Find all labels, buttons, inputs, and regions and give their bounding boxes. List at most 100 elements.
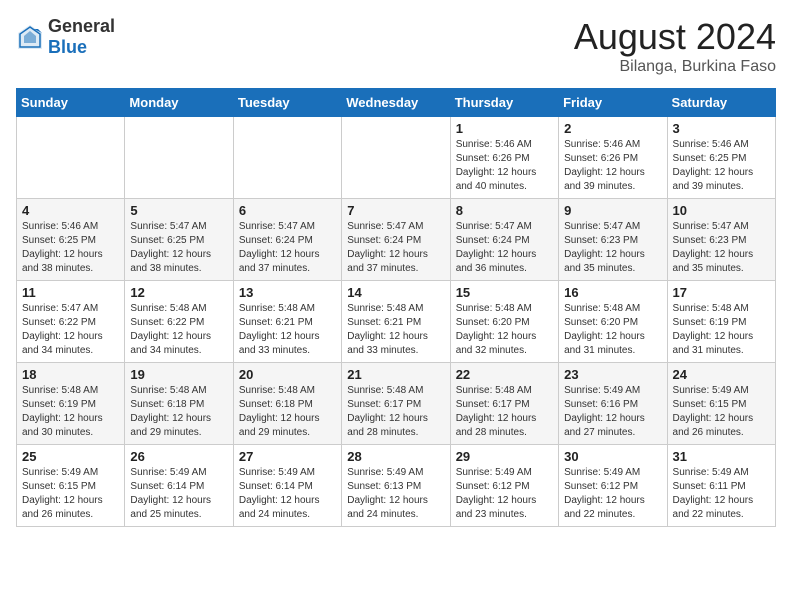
day-number: 16 bbox=[564, 285, 661, 300]
day-info: Sunrise: 5:49 AM Sunset: 6:11 PM Dayligh… bbox=[673, 466, 770, 522]
day-number: 22 bbox=[456, 367, 553, 382]
calendar-cell: 1 Sunrise: 5:46 AM Sunset: 6:26 PM Daylig… bbox=[450, 117, 558, 199]
calendar-cell: 11 Sunrise: 5:47 AM Sunset: 6:22 PM Dayli… bbox=[17, 281, 125, 363]
weekday-header-saturday: Saturday bbox=[667, 89, 775, 117]
day-number: 1 bbox=[456, 121, 553, 136]
calendar-cell: 28 Sunrise: 5:49 AM Sunset: 6:13 PM Dayli… bbox=[342, 445, 450, 527]
day-number: 6 bbox=[239, 203, 336, 218]
day-number: 24 bbox=[673, 367, 770, 382]
logo: General Blue bbox=[16, 16, 115, 58]
calendar-cell: 31 Sunrise: 5:49 AM Sunset: 6:11 PM Dayli… bbox=[667, 445, 775, 527]
calendar-title: August 2024 bbox=[574, 16, 776, 58]
calendar-cell: 21 Sunrise: 5:48 AM Sunset: 6:17 PM Dayli… bbox=[342, 363, 450, 445]
calendar-cell: 5 Sunrise: 5:47 AM Sunset: 6:25 PM Daylig… bbox=[125, 199, 233, 281]
week-row-1: 1 Sunrise: 5:46 AM Sunset: 6:26 PM Daylig… bbox=[17, 117, 776, 199]
weekday-header-sunday: Sunday bbox=[17, 89, 125, 117]
day-number: 17 bbox=[673, 285, 770, 300]
weekday-header-friday: Friday bbox=[559, 89, 667, 117]
calendar-cell: 22 Sunrise: 5:48 AM Sunset: 6:17 PM Dayli… bbox=[450, 363, 558, 445]
calendar-cell: 14 Sunrise: 5:48 AM Sunset: 6:21 PM Dayli… bbox=[342, 281, 450, 363]
day-number: 26 bbox=[130, 449, 227, 464]
weekday-header-monday: Monday bbox=[125, 89, 233, 117]
day-info: Sunrise: 5:46 AM Sunset: 6:26 PM Dayligh… bbox=[564, 138, 661, 194]
day-number: 27 bbox=[239, 449, 336, 464]
week-row-3: 11 Sunrise: 5:47 AM Sunset: 6:22 PM Dayli… bbox=[17, 281, 776, 363]
calendar-cell: 10Sunrise: 5:47 AM Sunset: 6:23 PM Dayli… bbox=[667, 199, 775, 281]
title-area: August 2024 Bilanga, Burkina Faso bbox=[574, 16, 776, 76]
day-info: Sunrise: 5:47 AM Sunset: 6:24 PM Dayligh… bbox=[239, 220, 336, 276]
day-number: 30 bbox=[564, 449, 661, 464]
calendar-cell: 27 Sunrise: 5:49 AM Sunset: 6:14 PM Dayli… bbox=[233, 445, 341, 527]
calendar-cell: 24Sunrise: 5:49 AM Sunset: 6:15 PM Dayli… bbox=[667, 363, 775, 445]
calendar-cell: 7 Sunrise: 5:47 AM Sunset: 6:24 PM Daylig… bbox=[342, 199, 450, 281]
day-number: 21 bbox=[347, 367, 444, 382]
day-info: Sunrise: 5:47 AM Sunset: 6:22 PM Dayligh… bbox=[22, 302, 119, 358]
day-info: Sunrise: 5:47 AM Sunset: 6:24 PM Dayligh… bbox=[347, 220, 444, 276]
calendar-cell: 20 Sunrise: 5:48 AM Sunset: 6:18 PM Dayli… bbox=[233, 363, 341, 445]
day-info: Sunrise: 5:48 AM Sunset: 6:18 PM Dayligh… bbox=[130, 384, 227, 440]
calendar-cell: 13Sunrise: 5:48 AM Sunset: 6:21 PM Dayli… bbox=[233, 281, 341, 363]
day-info: Sunrise: 5:47 AM Sunset: 6:24 PM Dayligh… bbox=[456, 220, 553, 276]
day-number: 7 bbox=[347, 203, 444, 218]
page-header: General Blue August 2024 Bilanga, Burkin… bbox=[16, 16, 776, 76]
day-info: Sunrise: 5:48 AM Sunset: 6:19 PM Dayligh… bbox=[22, 384, 119, 440]
day-number: 25 bbox=[22, 449, 119, 464]
calendar-cell: 4Sunrise: 5:46 AM Sunset: 6:25 PM Daylig… bbox=[17, 199, 125, 281]
logo-general: General bbox=[48, 16, 115, 36]
calendar-cell: 12Sunrise: 5:48 AM Sunset: 6:22 PM Dayli… bbox=[125, 281, 233, 363]
day-number: 11 bbox=[22, 285, 119, 300]
day-info: Sunrise: 5:47 AM Sunset: 6:25 PM Dayligh… bbox=[130, 220, 227, 276]
day-number: 3 bbox=[673, 121, 770, 136]
day-number: 29 bbox=[456, 449, 553, 464]
week-row-2: 4Sunrise: 5:46 AM Sunset: 6:25 PM Daylig… bbox=[17, 199, 776, 281]
calendar-subtitle: Bilanga, Burkina Faso bbox=[574, 58, 776, 76]
day-info: Sunrise: 5:48 AM Sunset: 6:20 PM Dayligh… bbox=[564, 302, 661, 358]
day-number: 12 bbox=[130, 285, 227, 300]
day-info: Sunrise: 5:49 AM Sunset: 6:12 PM Dayligh… bbox=[456, 466, 553, 522]
day-number: 2 bbox=[564, 121, 661, 136]
day-number: 15 bbox=[456, 285, 553, 300]
day-info: Sunrise: 5:49 AM Sunset: 6:15 PM Dayligh… bbox=[22, 466, 119, 522]
weekday-header-tuesday: Tuesday bbox=[233, 89, 341, 117]
day-info: Sunrise: 5:47 AM Sunset: 6:23 PM Dayligh… bbox=[673, 220, 770, 276]
calendar-cell: 30Sunrise: 5:49 AM Sunset: 6:12 PM Dayli… bbox=[559, 445, 667, 527]
weekday-header-row: SundayMondayTuesdayWednesdayThursdayFrid… bbox=[17, 89, 776, 117]
calendar-cell: 16 Sunrise: 5:48 AM Sunset: 6:20 PM Dayli… bbox=[559, 281, 667, 363]
day-number: 28 bbox=[347, 449, 444, 464]
calendar-cell: 2 Sunrise: 5:46 AM Sunset: 6:26 PM Daylig… bbox=[559, 117, 667, 199]
weekday-header-wednesday: Wednesday bbox=[342, 89, 450, 117]
day-info: Sunrise: 5:48 AM Sunset: 6:18 PM Dayligh… bbox=[239, 384, 336, 440]
calendar-cell bbox=[17, 117, 125, 199]
day-info: Sunrise: 5:48 AM Sunset: 6:20 PM Dayligh… bbox=[456, 302, 553, 358]
week-row-5: 25 Sunrise: 5:49 AM Sunset: 6:15 PM Dayli… bbox=[17, 445, 776, 527]
day-number: 31 bbox=[673, 449, 770, 464]
week-row-4: 18Sunrise: 5:48 AM Sunset: 6:19 PM Dayli… bbox=[17, 363, 776, 445]
day-number: 14 bbox=[347, 285, 444, 300]
day-number: 8 bbox=[456, 203, 553, 218]
calendar-cell: 25 Sunrise: 5:49 AM Sunset: 6:15 PM Dayli… bbox=[17, 445, 125, 527]
calendar-cell: 8 Sunrise: 5:47 AM Sunset: 6:24 PM Daylig… bbox=[450, 199, 558, 281]
day-info: Sunrise: 5:48 AM Sunset: 6:21 PM Dayligh… bbox=[347, 302, 444, 358]
day-info: Sunrise: 5:48 AM Sunset: 6:17 PM Dayligh… bbox=[456, 384, 553, 440]
calendar-table: SundayMondayTuesdayWednesdayThursdayFrid… bbox=[16, 88, 776, 527]
day-info: Sunrise: 5:48 AM Sunset: 6:19 PM Dayligh… bbox=[673, 302, 770, 358]
logo-icon bbox=[16, 23, 44, 51]
day-info: Sunrise: 5:49 AM Sunset: 6:13 PM Dayligh… bbox=[347, 466, 444, 522]
calendar-cell: 18Sunrise: 5:48 AM Sunset: 6:19 PM Dayli… bbox=[17, 363, 125, 445]
calendar-cell: 9Sunrise: 5:47 AM Sunset: 6:23 PM Daylig… bbox=[559, 199, 667, 281]
logo-blue: Blue bbox=[48, 37, 87, 57]
calendar-cell: 3Sunrise: 5:46 AM Sunset: 6:25 PM Daylig… bbox=[667, 117, 775, 199]
day-info: Sunrise: 5:47 AM Sunset: 6:23 PM Dayligh… bbox=[564, 220, 661, 276]
calendar-cell: 19Sunrise: 5:48 AM Sunset: 6:18 PM Dayli… bbox=[125, 363, 233, 445]
weekday-header-thursday: Thursday bbox=[450, 89, 558, 117]
calendar-cell bbox=[125, 117, 233, 199]
day-number: 5 bbox=[130, 203, 227, 218]
calendar-cell bbox=[342, 117, 450, 199]
calendar-cell bbox=[233, 117, 341, 199]
day-info: Sunrise: 5:48 AM Sunset: 6:17 PM Dayligh… bbox=[347, 384, 444, 440]
day-info: Sunrise: 5:46 AM Sunset: 6:26 PM Dayligh… bbox=[456, 138, 553, 194]
day-number: 4 bbox=[22, 203, 119, 218]
day-number: 20 bbox=[239, 367, 336, 382]
day-info: Sunrise: 5:48 AM Sunset: 6:21 PM Dayligh… bbox=[239, 302, 336, 358]
day-info: Sunrise: 5:49 AM Sunset: 6:14 PM Dayligh… bbox=[239, 466, 336, 522]
